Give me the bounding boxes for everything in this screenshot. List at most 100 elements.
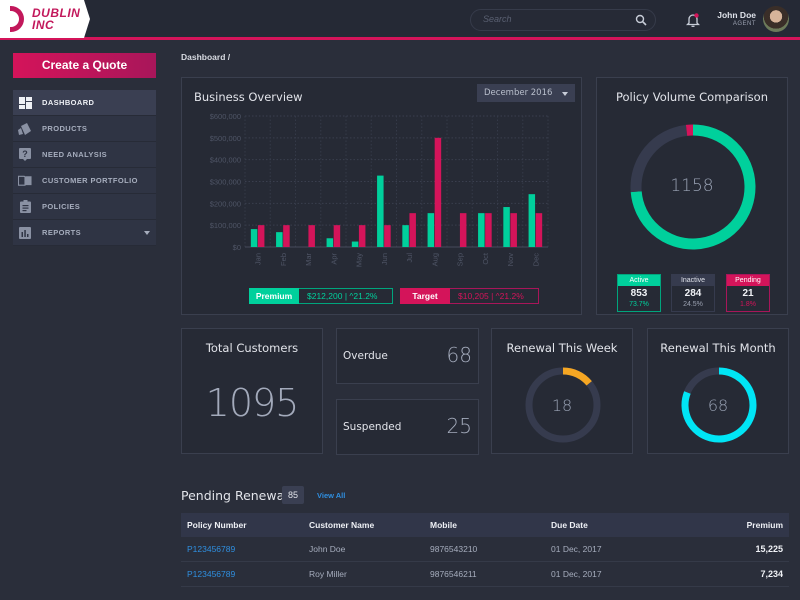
x-tick-label: Apr [329, 252, 338, 264]
policy-volume-total: 1158 [670, 176, 714, 196]
active-stat: Active 853 73.7% [617, 274, 661, 312]
search-icon[interactable] [635, 14, 647, 26]
overdue-value: 68 [446, 343, 472, 367]
sidebar-item-products[interactable]: PRODUCTS [13, 116, 156, 142]
column-header-customer-name[interactable]: Customer Name [303, 520, 424, 530]
notification-bell-icon[interactable] [686, 12, 700, 28]
notification-dot [694, 13, 699, 18]
premium-legend-value: $212,200 | ^21.2% [299, 288, 393, 304]
logo[interactable]: DUBLIN INC [0, 0, 90, 38]
sidebar-item-label: REPORTS [42, 228, 82, 237]
x-tick-label: Jul [405, 253, 414, 263]
pending-stat-pct: 1.8% [740, 301, 756, 308]
search-input[interactable] [483, 14, 633, 24]
book-icon [18, 174, 32, 188]
premium-legend-key: Premium [249, 288, 299, 304]
y-tick-label: $100,000 [210, 221, 241, 230]
breadcrumb[interactable]: Dashboard / [181, 52, 230, 62]
renewal-week-value: 18 [551, 396, 573, 415]
inactive-stat-label: Inactive [672, 275, 714, 286]
period-select[interactable]: December 2016 [477, 84, 575, 102]
sidebar-item-label: POLICIES [42, 202, 81, 211]
total-customers-title: Total Customers [205, 341, 299, 355]
active-stat-label: Active [618, 275, 660, 286]
business-overview-card: Business Overview December 2016 $0 $100,0… [181, 77, 582, 315]
dashboard-icon [18, 96, 32, 110]
bar-target-sep [459, 213, 467, 247]
bar-premium-jun [377, 175, 384, 247]
sidebar-item-label: CUSTOMER PORTFOLIO [42, 176, 138, 185]
suspended-card[interactable]: Suspended 25 [336, 399, 479, 455]
policy-number-link[interactable]: P123456789 [181, 544, 303, 554]
inactive-stat-pct: 24.5% [683, 301, 703, 308]
sidebar-item-customer-portfolio[interactable]: CUSTOMER PORTFOLIO [13, 168, 156, 194]
policy-number-link[interactable]: P123456789 [181, 569, 303, 579]
pending-renewal-table: Policy Number Customer Name Mobile Due D… [181, 513, 789, 587]
suspended-value: 25 [446, 414, 472, 438]
bar-chart-icon [18, 226, 32, 240]
x-tick-label: Sep [456, 253, 465, 266]
logo-mark-icon [10, 6, 24, 32]
target-legend-value: $10,205 | ^21.2% [450, 288, 539, 304]
active-stat-count: 853 [630, 288, 648, 299]
chevron-down-icon[interactable] [144, 231, 150, 235]
sidebar-item-label: PRODUCTS [42, 124, 88, 133]
bar-target-feb [283, 225, 290, 247]
renewal-month-card: Renewal This Month 68 [647, 328, 789, 454]
active-stat-pct: 73.7% [629, 301, 649, 308]
brand-line-2: INC [32, 18, 55, 32]
premium: 15,225 [755, 544, 783, 554]
chevron-down-icon [562, 92, 568, 96]
bar-target-apr [333, 225, 341, 247]
total-customers-value: 1095 [205, 381, 300, 425]
create-quote-button[interactable]: Create a Quote [13, 53, 156, 78]
bar-premium-jul [402, 225, 409, 247]
renewal-month-value: 68 [707, 396, 729, 415]
sidebar-item-label: NEED ANALYSIS [42, 150, 108, 159]
bar-target-may [358, 225, 366, 247]
x-tick-label: Jan [254, 253, 263, 265]
pending-stat-count: 21 [742, 288, 754, 299]
table-row[interactable]: P123456789 John Doe 9876543210 01 Dec, 2… [181, 537, 789, 562]
bar-premium-aug [427, 213, 435, 247]
sidebar-item-dashboard[interactable]: DASHBOARD [13, 90, 156, 116]
user-name: John Doe [717, 10, 756, 20]
total-customers-card: Total Customers 1095 [181, 328, 323, 454]
period-select-value: December 2016 [484, 88, 553, 98]
overdue-label: Overdue [343, 350, 388, 362]
x-tick-label: May [355, 253, 364, 267]
y-tick-label: $200,000 [210, 199, 241, 208]
bar-premium-nov [503, 207, 510, 247]
target-legend-key: Target [400, 288, 450, 304]
sidebar-item-reports[interactable]: REPORTS [13, 220, 156, 246]
avatar[interactable] [763, 6, 789, 32]
column-header-due-date[interactable]: Due Date [545, 520, 667, 530]
user-role: AGENT [732, 21, 756, 27]
bar-target-aug [434, 137, 442, 247]
customer-name: John Doe [309, 544, 346, 554]
column-header-mobile[interactable]: Mobile [424, 520, 545, 530]
x-tick-label: Nov [506, 253, 515, 267]
target-legend: Target $10,205 | ^21.2% [400, 288, 539, 304]
column-header-premium[interactable]: Premium [667, 520, 789, 530]
bar-premium-feb [276, 232, 283, 247]
question-icon: ? [18, 148, 32, 162]
logo-text: DUBLIN INC [32, 7, 80, 31]
sidebar-item-need-analysis[interactable]: ? NEED ANALYSIS [13, 142, 156, 168]
due-date: 01 Dec, 2017 [551, 544, 602, 554]
policy-volume-card: Policy Volume Comparison 1158 Active 853… [596, 77, 788, 315]
premium: 7,234 [760, 569, 783, 579]
overdue-card[interactable]: Overdue 68 [336, 328, 479, 384]
x-tick-label: Oct [481, 252, 490, 265]
bar-premium-dec [528, 194, 536, 247]
column-header-policy-number[interactable]: Policy Number [181, 520, 303, 530]
business-overview-chart: $0 $100,000 $200,000 $300,000 $400,000 $500,0… [210, 112, 549, 267]
top-bar: DUBLIN INC John Doe AGENT [0, 0, 800, 40]
sidebar-item-policies[interactable]: POLICIES [13, 194, 156, 220]
view-all-link[interactable]: View All [317, 491, 345, 500]
sidebar-nav: DASHBOARD PRODUCTS ? NEED ANALYSIS CUSTO… [13, 90, 156, 246]
renewal-week-title: Renewal This Week [506, 341, 618, 355]
bar-target-oct [485, 213, 492, 247]
table-row[interactable]: P123456789 Roy Miller 9876546211 01 Dec,… [181, 562, 789, 587]
ring-progress [562, 367, 592, 386]
